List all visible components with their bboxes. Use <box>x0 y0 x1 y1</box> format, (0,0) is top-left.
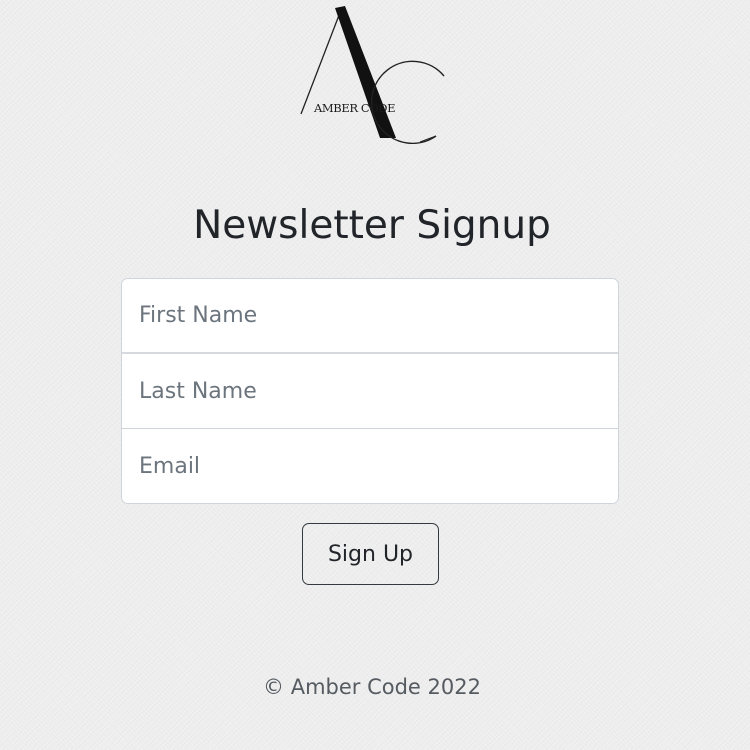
amber-code-logo: AMBER CODE <box>298 4 450 144</box>
email-input[interactable] <box>122 429 618 503</box>
sign-up-button[interactable]: Sign Up <box>302 523 439 585</box>
page-title: Newsletter Signup <box>193 203 551 248</box>
last-name-input[interactable] <box>122 354 618 429</box>
logo-wordmark: AMBER CODE <box>314 101 396 115</box>
signup-form <box>121 278 619 504</box>
footer-copyright: © Amber Code 2022 <box>263 675 481 699</box>
amber-code-logo-mark <box>300 6 445 144</box>
first-name-input[interactable] <box>122 279 618 354</box>
